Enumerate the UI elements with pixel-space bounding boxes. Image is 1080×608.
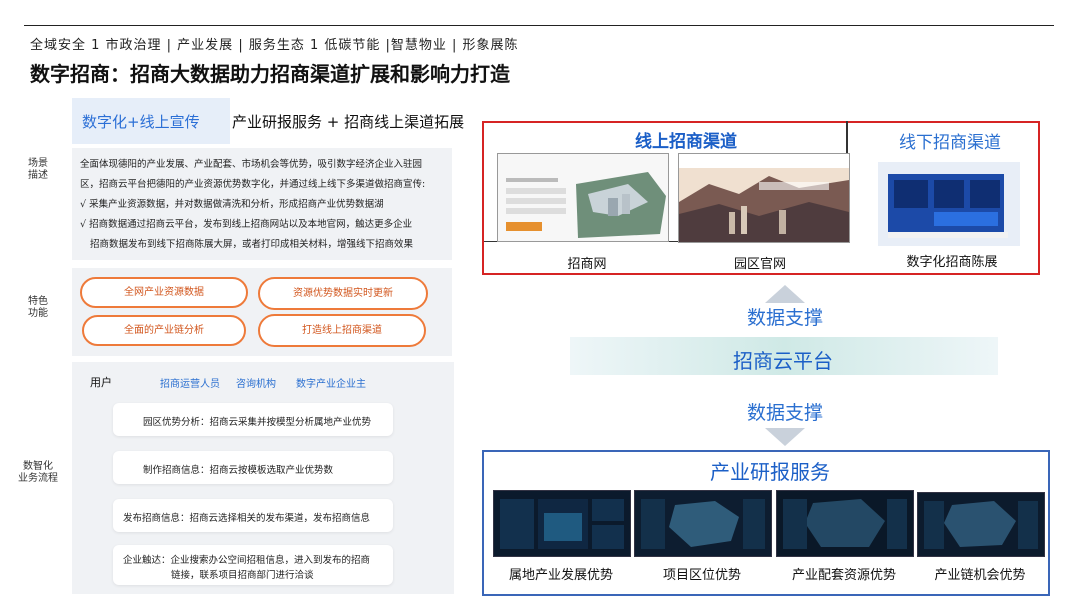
recruitment-site-thumbnail — [497, 153, 669, 242]
online-channel-title: 线上招商渠道 — [635, 132, 737, 152]
flow-step-text: 园区优势分析：招商云采集并按模型分析属地产业优势 — [143, 417, 372, 428]
label-scene: 场景 描述 — [28, 158, 48, 181]
desc-line: √ 采集产业资源数据，并对数据做清洗和分析，形成招商产业优势数据湖 — [80, 199, 384, 210]
users-label: 用户 — [90, 376, 112, 389]
dashboard-image — [777, 491, 913, 556]
feature-pill: 打造线上招商渠道 — [258, 314, 426, 347]
flow-step-text: 企业触达：企业搜索办公空间招租信息，进入到发布的招商 — [123, 555, 371, 566]
flow-step: 企业触达：企业搜索办公空间招租信息，进入到发布的招商 链接，联系项目招商部门进行… — [113, 545, 393, 585]
flow-step: 发布招商信息：招商云选择相关的发布渠道，发布招商信息 — [113, 499, 393, 532]
dashboard-image — [494, 491, 630, 556]
arrow-down-icon — [765, 428, 805, 446]
feature-pill: 资源优势数据实时更新 — [258, 277, 428, 310]
desc-line: 区，招商云平台把德阳的产业资源优势数字化，并通过线上线下多渠道做招商宣传: — [80, 179, 426, 190]
page-title: 数字招商：招商大数据助力招商渠道扩展和影响力打造 — [30, 62, 510, 86]
research-caption: 属地产业发展优势 — [508, 568, 613, 583]
label-flow: 数智化 业务流程 — [18, 461, 58, 484]
research-caption: 产业链机会优势 — [934, 568, 1026, 583]
recruitment-site-image — [498, 154, 668, 241]
desc-line: √ 招商数据通过招商云平台，发布到线上招商网站以及本地官网，触达更多企业 — [80, 219, 413, 230]
dashboard-image — [635, 491, 771, 556]
section-heading: 产业研报服务 + 招商线上渠道拓展 — [232, 113, 465, 131]
caption: 招商网 — [567, 257, 607, 272]
feature-pill: 全面的产业链分析 — [82, 315, 246, 346]
arrow-up-icon — [765, 285, 805, 303]
header-divider — [24, 25, 1054, 26]
flow-step-text: 发布招商信息：招商云选择相关的发布渠道，发布招商信息 — [123, 513, 371, 524]
dashboard-thumbnail — [917, 492, 1045, 557]
dashboard-thumbnail — [776, 490, 914, 557]
offline-channel-title: 线下招商渠道 — [899, 133, 1001, 153]
flow-step: 园区优势分析：招商云采集并按模型分析属地产业优势 — [113, 403, 393, 436]
tag-label: 数字化+线上宣传 — [82, 113, 200, 131]
caption: 园区官网 — [733, 257, 786, 272]
data-support-label: 数据支撑 — [746, 307, 823, 329]
desc-line: 全面体现德阳的产业发展、产业配套、市场机会等优势，吸引数字经济企业入驻园 — [80, 159, 423, 170]
caption: 数字化招商陈展 — [906, 255, 998, 270]
park-site-image — [679, 154, 849, 242]
dashboard-image — [918, 493, 1044, 556]
platform-label: 招商云平台 — [733, 349, 833, 373]
dashboard-thumbnail — [634, 490, 772, 557]
research-title: 产业研报服务 — [710, 460, 830, 484]
flow-step: 制作招商信息：招商云按模板选取产业优势数 — [113, 451, 393, 484]
scene-description: 全面体现德阳的产业发展、产业配套、市场机会等优势，吸引数字经济企业入驻园 区，招… — [72, 148, 452, 260]
user-type: 数字产业企业主 — [296, 379, 366, 390]
user-type: 招商运营人员 — [160, 379, 220, 390]
section-nav: 全域安全 1 市政治理 | 产业发展 | 服务生态 1 低碳节能 |智慧物业 |… — [30, 38, 519, 53]
user-type: 咨询机构 — [236, 379, 276, 390]
exhibition-image — [878, 162, 1020, 246]
data-support-label: 数据支撑 — [746, 402, 823, 424]
label-features: 特色 功能 — [28, 296, 48, 319]
research-caption: 产业配套资源优势 — [791, 568, 896, 583]
feature-pill: 全网产业资源数据 — [80, 277, 248, 308]
flow-step-text: 制作招商信息：招商云按模板选取产业优势数 — [143, 465, 334, 476]
exhibition-thumbnail — [878, 162, 1020, 246]
park-site-thumbnail — [678, 153, 850, 243]
dashboard-thumbnail — [493, 490, 631, 557]
flow-step-text: 链接，联系项目招商部门进行洽谈 — [171, 570, 314, 581]
tag-highlight: 数字化+线上宣传 — [72, 98, 230, 144]
research-caption: 项目区位优势 — [662, 568, 741, 583]
desc-line: 招商数据发布到线下招商陈展大屏，或者打印成相关材料，增强线下招商效果 — [90, 239, 414, 250]
